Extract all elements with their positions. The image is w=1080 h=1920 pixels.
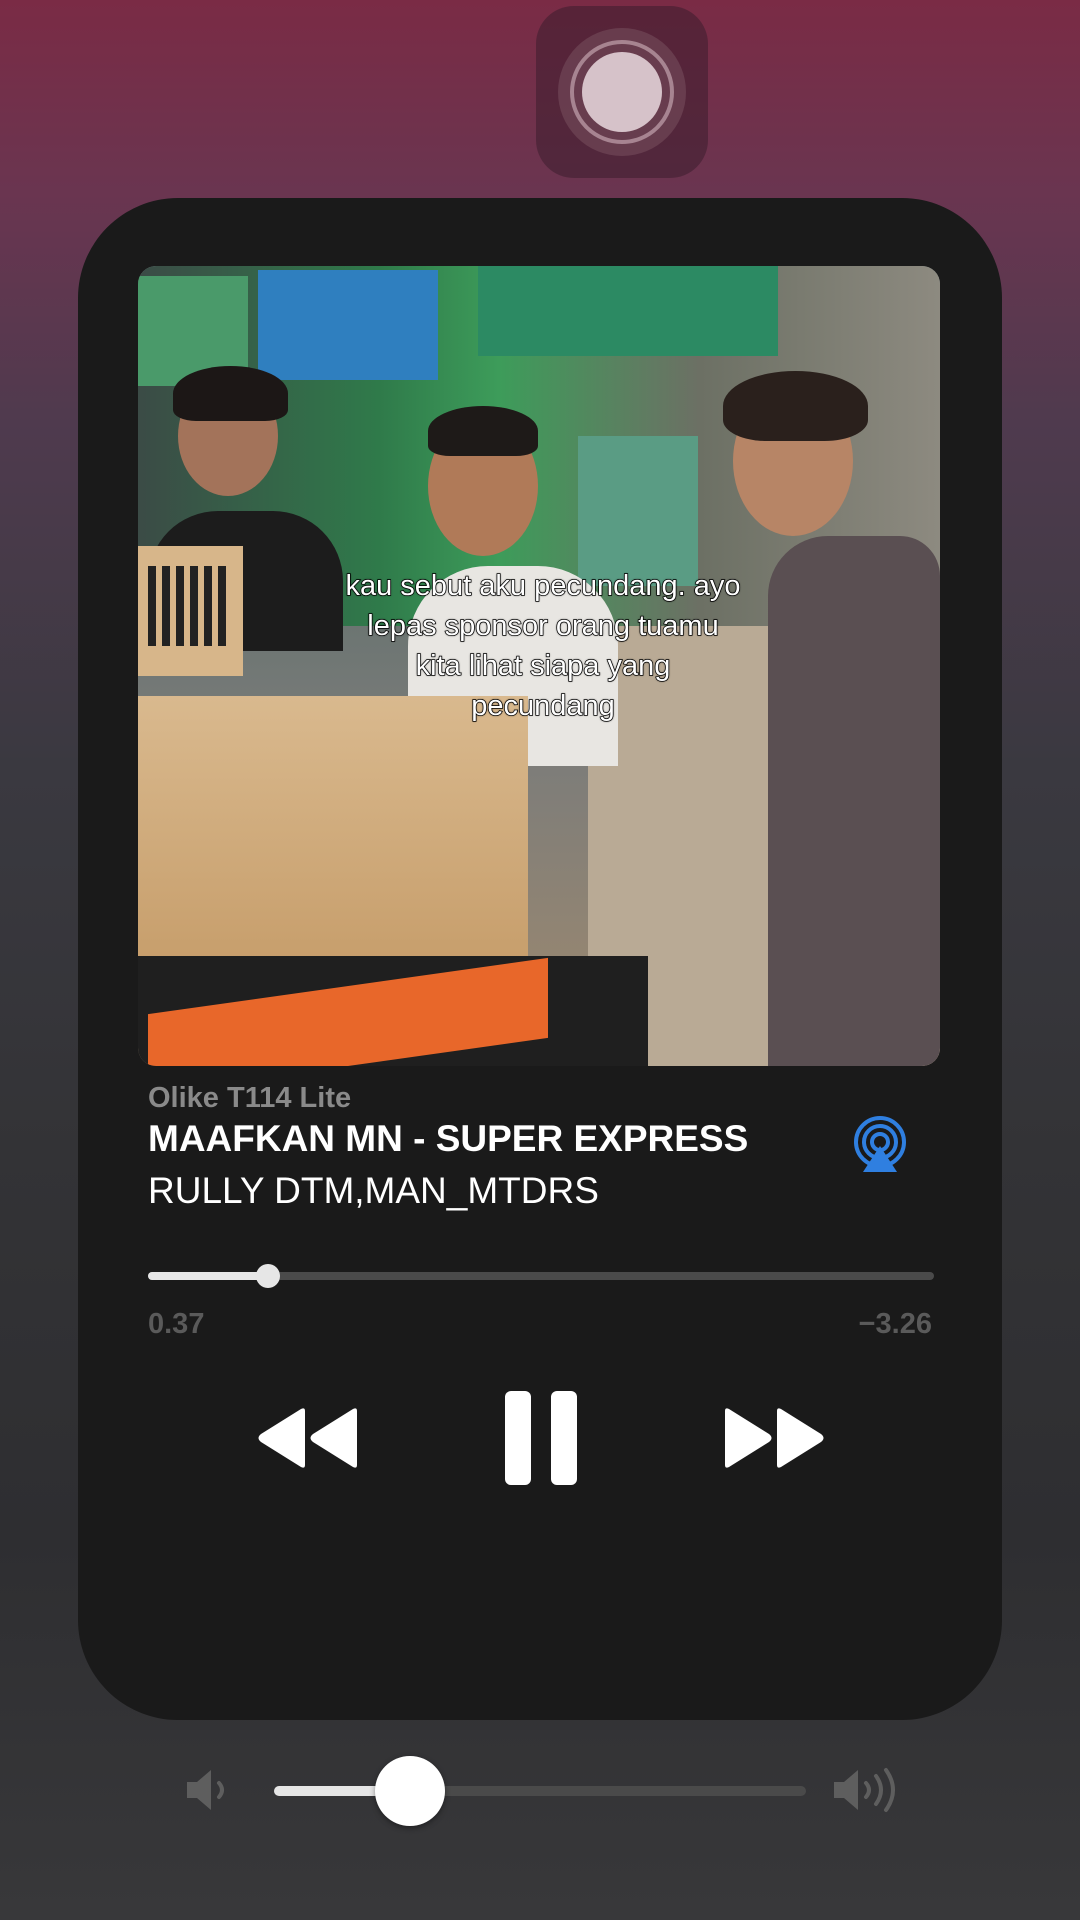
rewind-button[interactable] xyxy=(248,1398,368,1478)
volume-knob[interactable] xyxy=(375,1756,446,1826)
fast-forward-icon xyxy=(725,1408,824,1468)
progress-slider[interactable] xyxy=(148,1264,934,1288)
now-playing-card: kau sebut aku pecundang. ayo lepas spons… xyxy=(78,198,1002,1826)
progress-knob[interactable] xyxy=(256,1264,281,1288)
pause-icon xyxy=(505,1391,577,1485)
volume-high-icon xyxy=(830,1766,910,1814)
assistive-touch-icon xyxy=(558,28,686,156)
progress-fill xyxy=(148,1272,269,1280)
elapsed-time: 0.37 xyxy=(148,1308,205,1340)
song-artist: RULLY DTM,MAN_MTDRS xyxy=(148,1170,599,1211)
pause-button[interactable] xyxy=(486,1378,596,1498)
volume-slider[interactable] xyxy=(274,1756,806,1826)
rewind-icon xyxy=(258,1408,357,1468)
assistive-touch-button[interactable] xyxy=(536,6,708,178)
artwork-caption: kau sebut aku pecundang. ayo lepas spons… xyxy=(345,569,742,723)
song-title: MAAFKAN MN - SUPER EXPRESS xyxy=(148,1118,749,1159)
remaining-time: −3.26 xyxy=(858,1308,932,1340)
album-artwork: kau sebut aku pecundang. ayo lepas spons… xyxy=(138,266,940,1066)
fast-forward-button[interactable] xyxy=(714,1398,834,1478)
airplay-icon[interactable] xyxy=(851,1116,909,1174)
volume-low-icon xyxy=(183,1766,237,1814)
output-device-label: Olike T114 Lite xyxy=(148,1082,352,1114)
